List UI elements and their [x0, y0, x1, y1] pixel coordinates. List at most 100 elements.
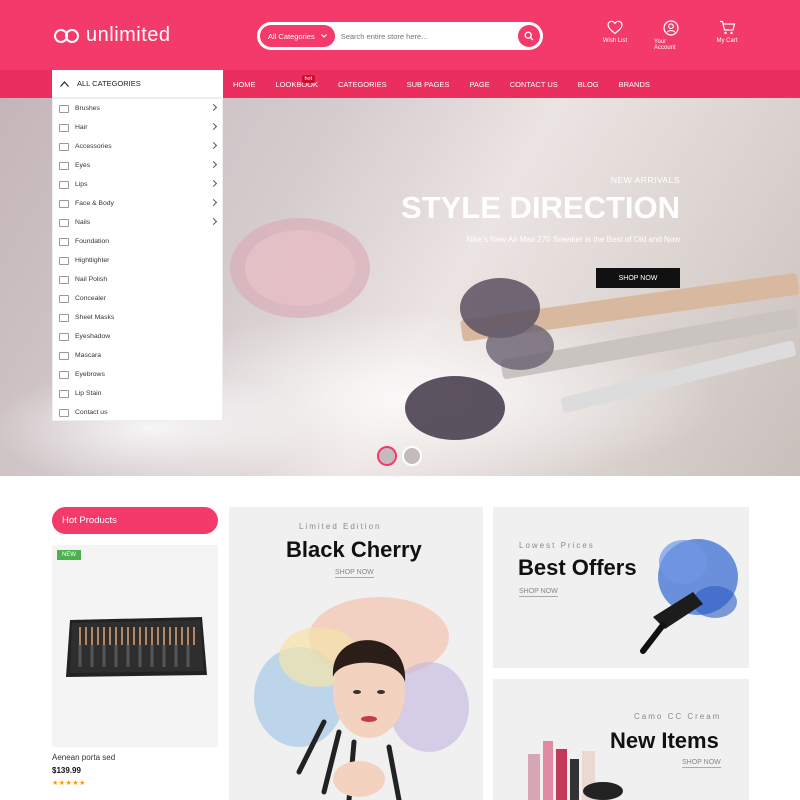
site-header: unlimited All Categories Wish List Your …: [0, 0, 800, 70]
category-label: Eyeshadow: [75, 333, 111, 340]
banner-best-offers[interactable]: Lowest Prices Best Offers SHOP NOW: [493, 507, 749, 668]
chevron-up-icon: [60, 80, 69, 87]
category-icon: [59, 142, 69, 151]
search-category-select[interactable]: All Categories: [260, 25, 335, 47]
cart-label: My Cart: [716, 38, 738, 44]
category-label: Brushes: [75, 105, 100, 112]
chevron-right-icon: [209, 217, 218, 226]
nav-lookbook[interactable]: LOOKBOOK hot: [266, 74, 329, 89]
category-label: Eyes: [75, 162, 91, 169]
hot-badge: hot: [301, 74, 316, 83]
category-item-nail-polish[interactable]: Nail Polish: [53, 270, 222, 289]
category-label: Hair: [75, 124, 88, 131]
category-label: Sheet Masks: [75, 314, 115, 321]
search-category-label: All Categories: [268, 31, 315, 41]
category-item-eyeshadow[interactable]: Eyeshadow: [53, 327, 222, 346]
category-label: Contact us: [75, 409, 108, 416]
banner-subtitle: Camo CC Cream: [634, 712, 722, 721]
nav-blog[interactable]: BLOG: [568, 80, 609, 89]
category-label: Mascara: [75, 352, 102, 359]
category-item-foundation[interactable]: Foundation: [53, 232, 222, 251]
banner-title: Best Offers: [518, 555, 637, 580]
nav-contact-us[interactable]: CONTACT US: [500, 80, 568, 89]
category-item-brushes[interactable]: Brushes: [53, 99, 222, 118]
search-button[interactable]: [518, 25, 540, 47]
account-button[interactable]: Your Account: [654, 20, 688, 51]
category-item-lips[interactable]: Lips: [53, 175, 222, 194]
logo[interactable]: unlimited: [54, 24, 171, 47]
category-item-mascara[interactable]: Mascara: [53, 346, 222, 365]
heart-icon: [607, 20, 623, 35]
category-label: Concealer: [75, 295, 106, 302]
wishlist-button[interactable]: Wish List: [598, 20, 632, 51]
category-label: Face & Body: [75, 200, 114, 207]
category-item-hair[interactable]: Hair: [53, 118, 222, 137]
search-bar: All Categories: [257, 22, 543, 50]
cart-icon: [719, 20, 735, 35]
chevron-right-icon: [209, 198, 218, 207]
slider-dot-2[interactable]: [402, 446, 422, 466]
category-label: Lip Stain: [75, 390, 102, 397]
category-item-eyebrows[interactable]: Eyebrows: [53, 365, 222, 384]
nav-home[interactable]: HOME: [223, 80, 266, 89]
category-icon: [59, 256, 69, 265]
search-icon: [524, 31, 534, 41]
category-label: Nail Polish: [75, 276, 108, 283]
all-categories-toggle[interactable]: ALL CATEGORIES: [52, 70, 223, 98]
category-icon: [59, 370, 69, 379]
category-item-accessories[interactable]: Accessories: [53, 137, 222, 156]
category-icon: [59, 313, 69, 322]
product-card[interactable]: NEW: [52, 545, 218, 747]
header-actions: Wish List Your Account My Cart: [598, 20, 744, 51]
hero-description: Nike's New Air Max 270 Sneaker Is the Be…: [466, 235, 680, 244]
nav-sub-pages[interactable]: SUB PAGES: [397, 80, 460, 89]
banner-shop-now-link[interactable]: SHOP NOW: [682, 759, 721, 768]
category-icon: [59, 199, 69, 208]
category-label: Lips: [75, 181, 88, 188]
banner-subtitle: Limited Edition: [299, 522, 382, 531]
category-item-eyes[interactable]: Eyes: [53, 156, 222, 175]
category-item-nails[interactable]: Nails: [53, 213, 222, 232]
category-label: Nails: [75, 219, 91, 226]
nav-page[interactable]: PAGE: [459, 80, 499, 89]
category-item-sheet-masks[interactable]: Sheet Masks: [53, 308, 222, 327]
hero-shop-now-button[interactable]: SHOP NOW: [596, 268, 680, 288]
category-item-concealer[interactable]: Concealer: [53, 289, 222, 308]
category-icon: [59, 332, 69, 341]
category-item-lip-stain[interactable]: Lip Stain: [53, 384, 222, 403]
banner-new-items[interactable]: Camo CC Cream New Items SHOP NOW: [493, 679, 749, 800]
category-icon: [59, 161, 69, 170]
slider-dots: [377, 446, 422, 466]
category-icon: [59, 123, 69, 132]
product-image: [66, 617, 207, 677]
category-item-contact-us[interactable]: Contact us: [53, 403, 222, 422]
logo-icon: [54, 26, 82, 46]
nav-categories[interactable]: CATEGORIES: [328, 80, 397, 89]
category-icon: [59, 408, 69, 417]
all-categories-label: ALL CATEGORIES: [77, 79, 141, 88]
product-rating: ★★★★★: [52, 780, 86, 787]
cart-button[interactable]: My Cart: [710, 20, 744, 51]
category-item-hightlighter[interactable]: Hightlighter: [53, 251, 222, 270]
hero-title: STYLE DIRECTION: [400, 190, 680, 225]
category-icon: [59, 294, 69, 303]
chevron-right-icon: [209, 122, 218, 131]
search-input[interactable]: [334, 31, 518, 41]
user-icon: [663, 20, 679, 36]
category-icon: [59, 275, 69, 284]
product-price: $139.99: [52, 766, 81, 775]
product-name[interactable]: Aenean porta sed: [52, 753, 115, 762]
banner-black-cherry[interactable]: Limited Edition Black Cherry SHOP NOW: [229, 507, 483, 800]
nav-brands[interactable]: BRANDS: [609, 80, 660, 89]
account-label: Your Account: [654, 39, 676, 51]
slider-dot-1[interactable]: [377, 446, 397, 466]
logo-text: unlimited: [86, 24, 171, 46]
category-item-face-body[interactable]: Face & Body: [53, 194, 222, 213]
category-label: Eyebrows: [75, 371, 105, 378]
banner-shop-now-link[interactable]: SHOP NOW: [519, 588, 558, 597]
category-label: Foundation: [75, 238, 110, 245]
chevron-right-icon: [209, 141, 218, 150]
chevron-right-icon: [209, 103, 218, 112]
category-icon: [59, 351, 69, 360]
banner-shop-now-link[interactable]: SHOP NOW: [335, 569, 374, 578]
